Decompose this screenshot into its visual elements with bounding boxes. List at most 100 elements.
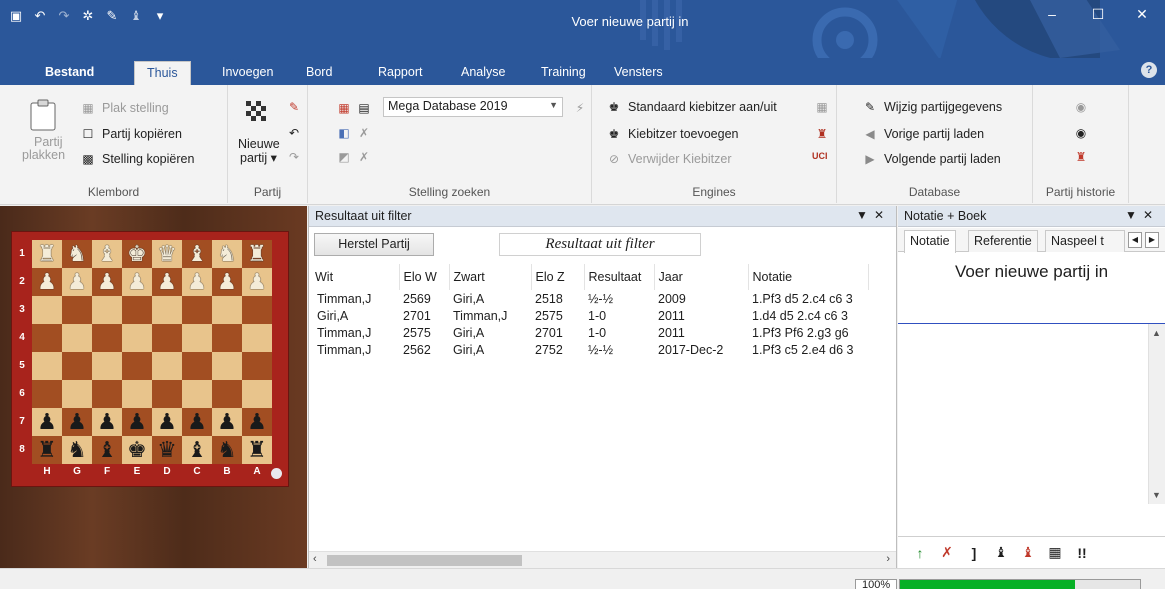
board-square[interactable] bbox=[242, 380, 272, 408]
board-square[interactable]: ♞ bbox=[212, 240, 242, 268]
promote-variation-icon[interactable]: ♝ bbox=[993, 544, 1009, 561]
board-square[interactable]: ♟ bbox=[62, 408, 92, 436]
white-pawn-icon[interactable]: ♟ bbox=[37, 269, 57, 294]
scroll-left-icon[interactable]: ‹ bbox=[313, 553, 317, 565]
board-square[interactable]: ♜ bbox=[32, 240, 62, 268]
black-pawn-icon[interactable]: ♟ bbox=[157, 409, 177, 434]
pane-close-icon[interactable]: ✕ bbox=[874, 208, 890, 222]
search-board-icon[interactable]: ◧ bbox=[336, 125, 352, 141]
board-square[interactable] bbox=[212, 352, 242, 380]
scroll-right-icon[interactable]: › bbox=[886, 553, 890, 565]
engine-icon[interactable]: ♝ bbox=[128, 8, 144, 24]
column-header-elo-z[interactable]: Elo Z bbox=[531, 264, 585, 290]
tab-naspeel[interactable]: Naspeel t bbox=[1045, 230, 1125, 252]
tools-icon[interactable]: ✎ bbox=[104, 8, 120, 24]
board-square[interactable]: ♟ bbox=[32, 268, 62, 296]
board-square[interactable]: ♟ bbox=[62, 268, 92, 296]
black-pawn-icon[interactable]: ♟ bbox=[67, 409, 87, 434]
white-pawn-icon[interactable]: ♟ bbox=[67, 269, 87, 294]
white-pawn-icon[interactable]: ♟ bbox=[217, 269, 237, 294]
board-square[interactable]: ♝ bbox=[92, 240, 122, 268]
add-kibitzer-button[interactable]: ♚ Kiebitzer toevoegen bbox=[606, 126, 739, 142]
horizontal-scrollbar[interactable]: ‹ › bbox=[309, 551, 896, 568]
tab-vensters[interactable]: Vensters bbox=[602, 61, 675, 86]
annotation-symbol-icon[interactable]: !! bbox=[1074, 545, 1090, 561]
column-header-zwart[interactable]: Zwart bbox=[449, 264, 532, 290]
board-square[interactable] bbox=[92, 296, 122, 324]
board-square[interactable] bbox=[212, 380, 242, 408]
tab-referentie[interactable]: Referentie bbox=[968, 230, 1038, 252]
board-square[interactable] bbox=[122, 296, 152, 324]
settings-cog-icon[interactable]: ✲ bbox=[80, 8, 96, 24]
board-square[interactable] bbox=[242, 352, 272, 380]
white-rook-icon[interactable]: ♜ bbox=[247, 241, 267, 266]
black-pawn-icon[interactable]: ♟ bbox=[187, 409, 207, 434]
board-annotation-icon[interactable]: ▦ bbox=[1047, 544, 1063, 561]
board-square[interactable] bbox=[182, 324, 212, 352]
black-knight-icon[interactable]: ♞ bbox=[67, 437, 87, 462]
white-pawn-icon[interactable]: ♟ bbox=[187, 269, 207, 294]
copy-position-button[interactable]: ▩ Stelling kopiëren bbox=[80, 151, 194, 167]
board-square[interactable]: ♟ bbox=[242, 268, 272, 296]
copy-game-button[interactable]: ☐ Partij kopiëren bbox=[80, 126, 182, 142]
tab-scroll-left-icon[interactable]: ◀ bbox=[1128, 232, 1142, 248]
black-pawn-icon[interactable]: ♟ bbox=[37, 409, 57, 434]
board-square[interactable]: ♞ bbox=[212, 436, 242, 464]
tab-rapport[interactable]: Rapport bbox=[366, 61, 434, 86]
tab-thuis[interactable]: Thuis bbox=[134, 61, 191, 86]
white-bishop-icon[interactable]: ♝ bbox=[97, 241, 117, 266]
board-square[interactable] bbox=[32, 296, 62, 324]
board-square[interactable]: ♟ bbox=[92, 268, 122, 296]
board-square[interactable] bbox=[122, 324, 152, 352]
column-header-elo-w[interactable]: Elo W bbox=[399, 264, 450, 290]
board-square[interactable] bbox=[62, 296, 92, 324]
tab-bestand[interactable]: Bestand bbox=[33, 61, 106, 86]
new-game-label-2[interactable]: partij ▾ bbox=[240, 150, 277, 165]
board-square[interactable]: ♟ bbox=[182, 268, 212, 296]
board-square[interactable] bbox=[122, 380, 152, 408]
engine-grid-icon[interactable]: ▦ bbox=[814, 99, 830, 115]
board-square[interactable] bbox=[212, 296, 242, 324]
customize-qat-icon[interactable]: ▾ bbox=[152, 8, 168, 24]
table-row[interactable]: Timman,J 2575 Giri,A 2701 1-0 2011 1.Pf3 Pf6 2… bbox=[309, 324, 868, 341]
tab-training[interactable]: Training bbox=[529, 61, 598, 86]
redo-icon[interactable]: ↷ bbox=[56, 8, 72, 24]
board-square[interactable] bbox=[242, 296, 272, 324]
scroll-down-icon[interactable]: ▼ bbox=[1152, 490, 1161, 500]
board-square[interactable]: ♝ bbox=[182, 240, 212, 268]
board-square[interactable]: ♜ bbox=[32, 436, 62, 464]
remove-kibitzer-button[interactable]: ⊘ Verwijder Kiebitzer bbox=[606, 151, 732, 167]
board-square[interactable] bbox=[92, 380, 122, 408]
board-square[interactable]: ♟ bbox=[242, 408, 272, 436]
black-rook-icon[interactable]: ♜ bbox=[37, 437, 57, 462]
black-rook-icon[interactable]: ♜ bbox=[247, 437, 267, 462]
black-pawn-icon[interactable]: ♟ bbox=[247, 409, 267, 434]
board-square[interactable] bbox=[212, 324, 242, 352]
board-square[interactable] bbox=[182, 380, 212, 408]
black-king-icon[interactable]: ♚ bbox=[127, 437, 147, 462]
tab-analyse[interactable]: Analyse bbox=[449, 61, 517, 86]
board-square[interactable]: ♟ bbox=[212, 408, 242, 436]
column-header-jaar[interactable]: Jaar bbox=[654, 264, 749, 290]
board-square[interactable]: ♟ bbox=[212, 268, 242, 296]
paste-position-button[interactable]: ▦ Plak stelling bbox=[80, 100, 168, 116]
board-square[interactable]: ♟ bbox=[182, 408, 212, 436]
white-bishop-icon[interactable]: ♝ bbox=[187, 241, 207, 266]
history-clear-icon[interactable]: ♜ bbox=[1073, 149, 1089, 165]
black-pawn-icon[interactable]: ♟ bbox=[217, 409, 237, 434]
white-pawn-icon[interactable]: ♟ bbox=[127, 269, 147, 294]
delete-variation-icon[interactable]: ✗ bbox=[939, 544, 955, 561]
chessboard[interactable]: ♜ ♞ ♝ ♚ ♛ ♝ ♞ ♜ ♟ ♟ ♟ ♟ ♟ ♟ ♟ ♟ ♟ ♟ ♟ ♟ ♟ ♟ ♟ ♟ ♜ ♞ ♝ ♚ ♛ ♝ ♞ ♜ bbox=[32, 240, 272, 464]
board-square[interactable] bbox=[152, 380, 182, 408]
bracket-icon[interactable]: ] bbox=[966, 545, 982, 561]
black-pawn-icon[interactable]: ♟ bbox=[97, 409, 117, 434]
board-square[interactable] bbox=[32, 352, 62, 380]
undo-move-icon[interactable]: ↶ bbox=[286, 125, 302, 141]
position-search-icon[interactable]: ▦ bbox=[336, 100, 352, 116]
pane-close-icon[interactable]: ✕ bbox=[1143, 208, 1159, 222]
tab-invoegen[interactable]: Invoegen bbox=[210, 61, 285, 86]
database-select[interactable]: Mega Database 2019 ▼ bbox=[383, 97, 563, 117]
board-square[interactable]: ♜ bbox=[242, 436, 272, 464]
column-header-notatie[interactable]: Notatie bbox=[748, 264, 869, 290]
board-square[interactable]: ♞ bbox=[62, 240, 92, 268]
